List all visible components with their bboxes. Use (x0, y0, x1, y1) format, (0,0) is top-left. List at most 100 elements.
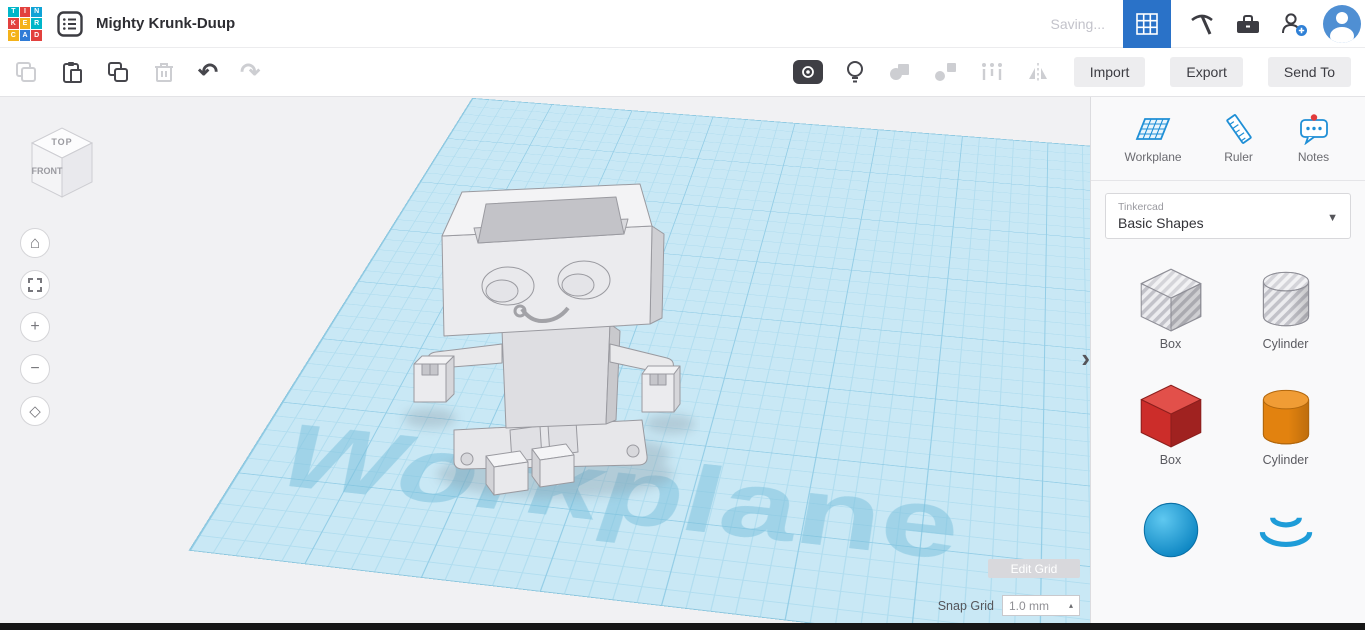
pickaxe-icon (1191, 14, 1213, 35)
tool-workplane[interactable]: Workplane (1124, 113, 1182, 164)
fit-view-button[interactable] (20, 270, 50, 300)
shape-sphere[interactable] (1133, 491, 1209, 567)
tinkercad-logo[interactable]: T I N K E R C A D (8, 6, 42, 41)
briefcase-icon (1237, 15, 1259, 33)
tool-ruler[interactable]: Ruler (1221, 113, 1257, 164)
fit-view-icon (28, 278, 42, 292)
tool-notes-label: Notes (1297, 150, 1330, 164)
logo-letter: A (19, 29, 31, 41)
box-solid-icon (1140, 384, 1201, 448)
shape-category-group: Tinkercad (1118, 201, 1164, 213)
paste-icon (63, 62, 82, 83)
shape-gallery: Box Cylinder Box Cylinder (1091, 243, 1365, 567)
classes-button[interactable] (1233, 0, 1263, 48)
canvas-3d[interactable]: Workplane (0, 97, 1090, 630)
logo-letter: K (8, 18, 19, 29)
home-view-button[interactable]: ⌂ (20, 228, 50, 258)
snap-grid-select[interactable]: 1.0 mm ▴ (1002, 595, 1080, 616)
view-nav-column: ⌂ + − ◇ (20, 228, 50, 426)
design-title: Mighty Krunk-Duup (96, 15, 236, 32)
cylinder-solid-icon (1262, 389, 1309, 445)
delete-button[interactable] (152, 60, 176, 84)
logo-letter: R (31, 18, 42, 29)
dashboard-grid-button[interactable] (1123, 0, 1171, 48)
send-to-button[interactable]: Send To (1267, 57, 1351, 87)
shape-category-dropdown[interactable]: Tinkercad Basic Shapes ▼ (1105, 193, 1351, 239)
zoom-in-button[interactable]: + (20, 312, 50, 342)
toolbar-middle (793, 48, 1051, 96)
list-icon (57, 10, 83, 37)
logo-letter: E (19, 18, 31, 29)
shape-label: Box (1159, 453, 1182, 467)
lightbulb-icon (847, 61, 863, 83)
notes-icon (1299, 114, 1328, 145)
tips-button[interactable] (843, 59, 867, 85)
paste-button[interactable] (60, 60, 84, 84)
viewcube-front-label: FRONT (32, 166, 63, 176)
zoom-out-button[interactable]: − (20, 354, 50, 384)
bottom-bar (0, 623, 1365, 630)
avatar-head (1336, 12, 1348, 24)
shape-scribble[interactable] (1248, 491, 1324, 567)
shape-label: Box (1159, 337, 1182, 351)
shape-box-solid[interactable]: Box (1133, 375, 1209, 467)
dropdown-caret-icon: ▼ (1327, 212, 1338, 224)
tool-notes[interactable]: Notes (1296, 113, 1332, 164)
toolbar-right: Import Export Send To (1073, 48, 1351, 96)
header: T I N K E R C A D Mighty Krunk-Duup Savi… (0, 0, 1365, 48)
robot-model[interactable] (370, 168, 700, 538)
user-avatar[interactable] (1323, 5, 1361, 43)
logo-letter: C (8, 29, 19, 41)
perspective-icon: ◇ (29, 403, 41, 420)
panel-collapse-chevron[interactable]: › (1081, 345, 1090, 371)
snap-grid-value: 1.0 mm (1009, 598, 1050, 613)
logo-letter: T (8, 6, 19, 18)
ungroup-icon (935, 63, 956, 81)
panel-tools-row: Workplane Ruler Notes (1091, 97, 1365, 181)
minecraft-button[interactable] (1187, 0, 1217, 48)
shape-box-hole[interactable]: Box (1133, 259, 1209, 351)
trash-icon (155, 63, 173, 82)
tinkercad-app: T I N K E R C A D Mighty Krunk-Duup Savi… (0, 0, 1365, 630)
undo-button[interactable]: ↶ (198, 58, 218, 87)
toolbar-left: ↶ ↷ (14, 48, 260, 96)
copy-icon (16, 62, 36, 82)
align-icon (982, 63, 1002, 80)
logo-letter: D (31, 29, 42, 41)
duplicate-button[interactable] (106, 60, 130, 84)
shape-label: Cylinder (1262, 337, 1309, 351)
home-icon: ⌂ (29, 233, 41, 252)
group-icon (890, 64, 909, 80)
redo-button[interactable]: ↷ (240, 58, 260, 87)
design-menu-icon[interactable] (56, 10, 84, 38)
copy-button[interactable] (14, 60, 38, 84)
logo-letter: I (19, 6, 31, 18)
sphere-icon (1143, 502, 1198, 558)
person-add-icon (1282, 13, 1307, 36)
minus-icon: − (30, 360, 40, 377)
plus-icon: + (30, 318, 40, 335)
box-hole-icon (1140, 268, 1201, 332)
saving-status: Saving... (1050, 16, 1105, 32)
mirror-button[interactable] (1025, 60, 1051, 84)
invite-button[interactable] (1279, 0, 1309, 48)
export-button[interactable]: Export (1170, 57, 1243, 87)
logo-letter: N (31, 6, 42, 18)
scribble-icon (1259, 517, 1312, 547)
align-button[interactable] (979, 60, 1005, 84)
ungroup-button[interactable] (933, 60, 959, 84)
group-button[interactable] (887, 60, 913, 84)
perspective-toggle-button[interactable]: ◇ (20, 396, 50, 426)
shape-cylinder-solid[interactable]: Cylinder (1248, 375, 1324, 467)
view-cube[interactable]: TOP FRONT (18, 113, 106, 205)
avatar-body (1330, 27, 1354, 43)
annotations-button[interactable] (793, 60, 823, 84)
shape-cylinder-hole[interactable]: Cylinder (1248, 259, 1324, 351)
edit-grid-button[interactable]: Edit Grid (988, 559, 1080, 578)
cylinder-hole-icon (1262, 271, 1309, 327)
duplicate-icon (108, 62, 128, 82)
import-button[interactable]: Import (1073, 57, 1146, 87)
snap-grid-label: Snap Grid (937, 598, 994, 613)
workplane-icon (1135, 118, 1171, 140)
tool-ruler-label: Ruler (1224, 150, 1253, 164)
